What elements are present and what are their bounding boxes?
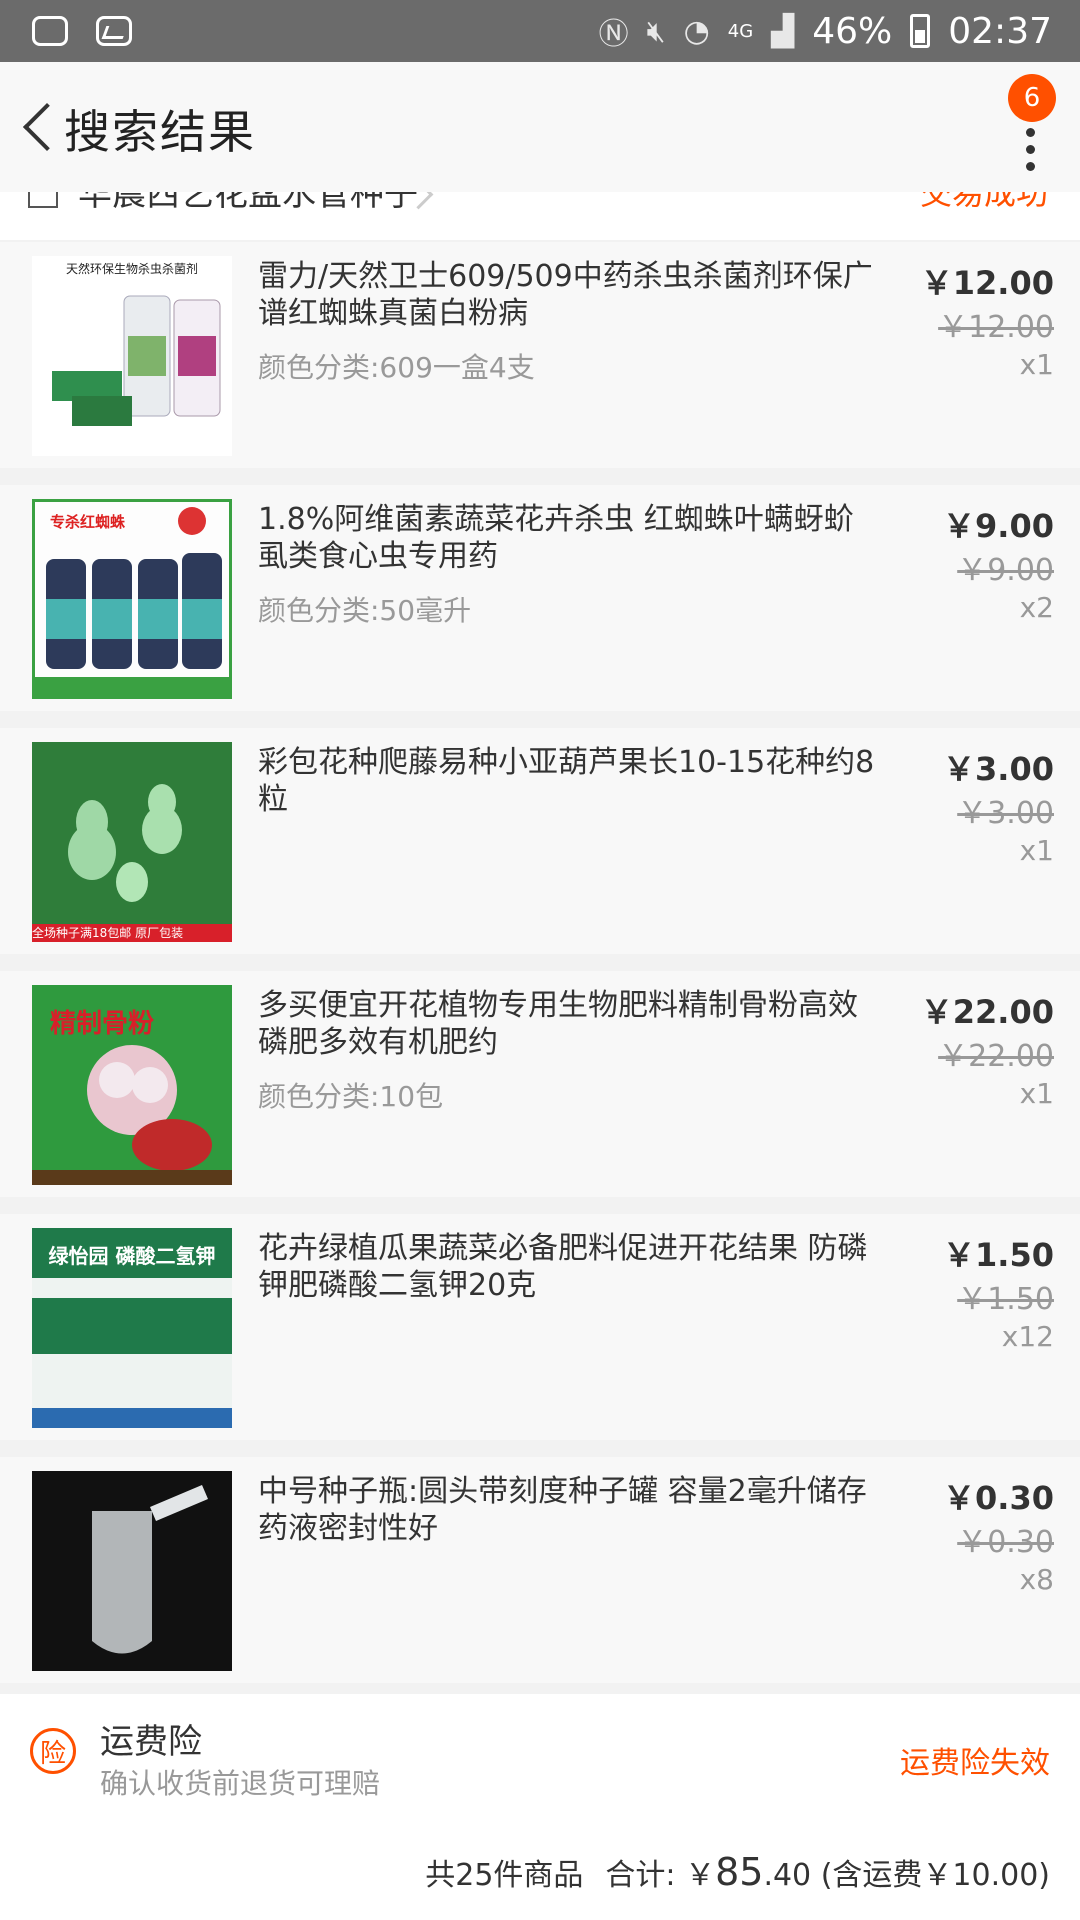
item-original-price: ￥0.30 (957, 1525, 1054, 1560)
product-thumbnail[interactable]: 精制骨粉 (32, 985, 232, 1185)
product-thumbnail[interactable]: 专杀红蜘蛛 (32, 499, 232, 699)
insurance-icon: 险 (30, 1728, 76, 1774)
insurance-title: 运费险 (100, 1722, 202, 1762)
item-quantity: x1 (1019, 834, 1054, 867)
shipping-fee: (含运费￥10.00) (820, 1858, 1050, 1893)
item-price: ￥12.00 (920, 264, 1054, 302)
item-quantity: x12 (1001, 1320, 1054, 1353)
clock: 02:37 (948, 10, 1052, 52)
item-price: ￥1.50 (943, 1236, 1054, 1274)
order-item[interactable]: 精制骨粉 多买便宜开花植物专用生物肥料精制骨粉高效磷肥多效有机肥约 颜色分类:1… (0, 971, 1080, 1197)
item-sku: 颜色分类:10包 (258, 1080, 444, 1113)
product-thumbnail[interactable]: 天然环保生物杀虫杀菌剂 (32, 256, 232, 456)
insurance-description: 确认收货前退货可理赔 (100, 1767, 381, 1800)
nfc-icon: Ⓝ (598, 17, 629, 52)
item-quantity: x1 (1019, 348, 1054, 381)
product-thumbnail[interactable]: 绿怡园 磷酸二氢钾 (32, 1228, 232, 1428)
shipping-insurance-row[interactable]: 险 运费险 确认收货前退货可理赔 运费险失效 (0, 1694, 1080, 1814)
item-price: ￥22.00 (920, 993, 1054, 1031)
order-item[interactable]: 专杀红蜘蛛 1.8%阿维菌素蔬菜花卉杀虫 红蜘蛛叶螨蚜蚧虱类食心虫专用药 颜色分… (0, 485, 1080, 711)
wifi-icon: ◔ (683, 13, 710, 49)
item-sku: 颜色分类:50毫升 (258, 594, 472, 627)
shop-row[interactable]: 华晨西艺花盆水管种子 交易成功 (0, 192, 1080, 240)
order-item[interactable]: 全场种子满18包邮 原厂包装 彩包花种爬藤易种小亚葫芦果长10-15花种约8粒 … (0, 728, 1080, 954)
item-original-price: ￥1.50 (957, 1282, 1054, 1317)
item-original-price: ￥12.00 (938, 310, 1054, 345)
total-label: 合计: ￥ (605, 1858, 716, 1893)
item-original-price: ￥3.00 (957, 796, 1054, 831)
order-status: 交易成功 (919, 192, 1048, 212)
item-title[interactable]: 多买便宜开花植物专用生物肥料精制骨粉高效磷肥多效有机肥约 (258, 987, 878, 1061)
message-icon (32, 16, 68, 46)
item-quantity: x2 (1019, 591, 1054, 624)
insurance-status: 运费险失效 (900, 1746, 1050, 1781)
order-total-line: 共25件商品 合计: ￥85.40 (含运费￥10.00) (425, 1850, 1050, 1894)
order-item[interactable]: 中号种子瓶:圆头带刻度种子罐 容量2毫升储存药液密封性好 ￥0.30 ￥0.30… (0, 1457, 1080, 1683)
status-bar: Ⓝ 🔇︎ ◔ 4G ▟ 46% 02:37 (0, 0, 1080, 62)
item-original-price: ￥22.00 (938, 1039, 1054, 1074)
network-type: 4G (727, 20, 754, 42)
signal-icon: ▟ (771, 13, 795, 49)
product-thumbnail[interactable] (32, 1471, 232, 1671)
item-title[interactable]: 1.8%阿维菌素蔬菜花卉杀虫 红蜘蛛叶螨蚜蚧虱类食心虫专用药 (258, 501, 878, 575)
product-thumbnail[interactable]: 全场种子满18包邮 原厂包装 (32, 742, 232, 942)
item-title[interactable]: 中号种子瓶:圆头带刻度种子罐 容量2毫升储存药液密封性好 (258, 1473, 878, 1547)
battery-icon (910, 14, 931, 48)
item-title[interactable]: 彩包花种爬藤易种小亚葫芦果长10-15花种约8粒 (258, 744, 878, 818)
image-icon (96, 16, 132, 46)
thumbnail-caption: 专杀红蜘蛛 (50, 513, 126, 531)
item-quantity: x1 (1019, 1077, 1054, 1110)
page-title: 搜索结果 (64, 105, 256, 159)
order-item[interactable]: 绿怡园 磷酸二氢钾 花卉绿植瓜果蔬菜必备肥料促进开花结果 防磷钾肥磷酸二氢钾20… (0, 1214, 1080, 1440)
thumbnail-caption: 绿怡园 磷酸二氢钾 (48, 1244, 216, 1268)
mute-icon: 🔇︎ (646, 13, 666, 49)
item-price: ￥9.00 (943, 507, 1054, 545)
total-decimal: .40 (763, 1858, 812, 1893)
item-quantity: x8 (1019, 1563, 1054, 1596)
total-integer: 85 (715, 1850, 764, 1894)
item-title[interactable]: 花卉绿植瓜果蔬菜必备肥料促进开花结果 防磷钾肥磷酸二氢钾20克 (258, 1230, 878, 1304)
item-original-price: ￥9.00 (957, 553, 1054, 588)
item-price: ￥3.00 (943, 750, 1054, 788)
notification-badge: 6 (1008, 74, 1056, 122)
thumbnail-caption: 天然环保生物杀虫杀菌剂 (65, 262, 198, 276)
item-title[interactable]: 雷力/天然卫士609/509中药杀虫杀菌剂环保广谱红蜘蛛真菌白粉病 (258, 258, 878, 332)
shop-icon (28, 192, 58, 208)
thumbnail-caption: 全场种子满18包邮 原厂包装 (32, 926, 184, 940)
item-count: 共25件商品 (425, 1858, 584, 1893)
app-header: 搜索结果 6 (0, 62, 1080, 193)
item-sku: 颜色分类:609一盒4支 (258, 351, 535, 384)
thumbnail-caption: 精制骨粉 (50, 1009, 155, 1039)
order-summary: 共25件商品 合计: ￥85.40 (含运费￥10.00) (0, 1814, 1080, 1920)
shop-name[interactable]: 华晨西艺花盆水管种子 (78, 192, 418, 215)
item-price: ￥0.30 (943, 1479, 1054, 1517)
back-icon[interactable] (16, 102, 66, 152)
order-item[interactable]: 天然环保生物杀虫杀菌剂 雷力/天然卫士609/509中药杀虫杀菌剂环保广谱红蜘蛛… (0, 242, 1080, 468)
more-menu-icon[interactable] (1020, 114, 1040, 184)
battery-percent: 46% (812, 10, 893, 52)
